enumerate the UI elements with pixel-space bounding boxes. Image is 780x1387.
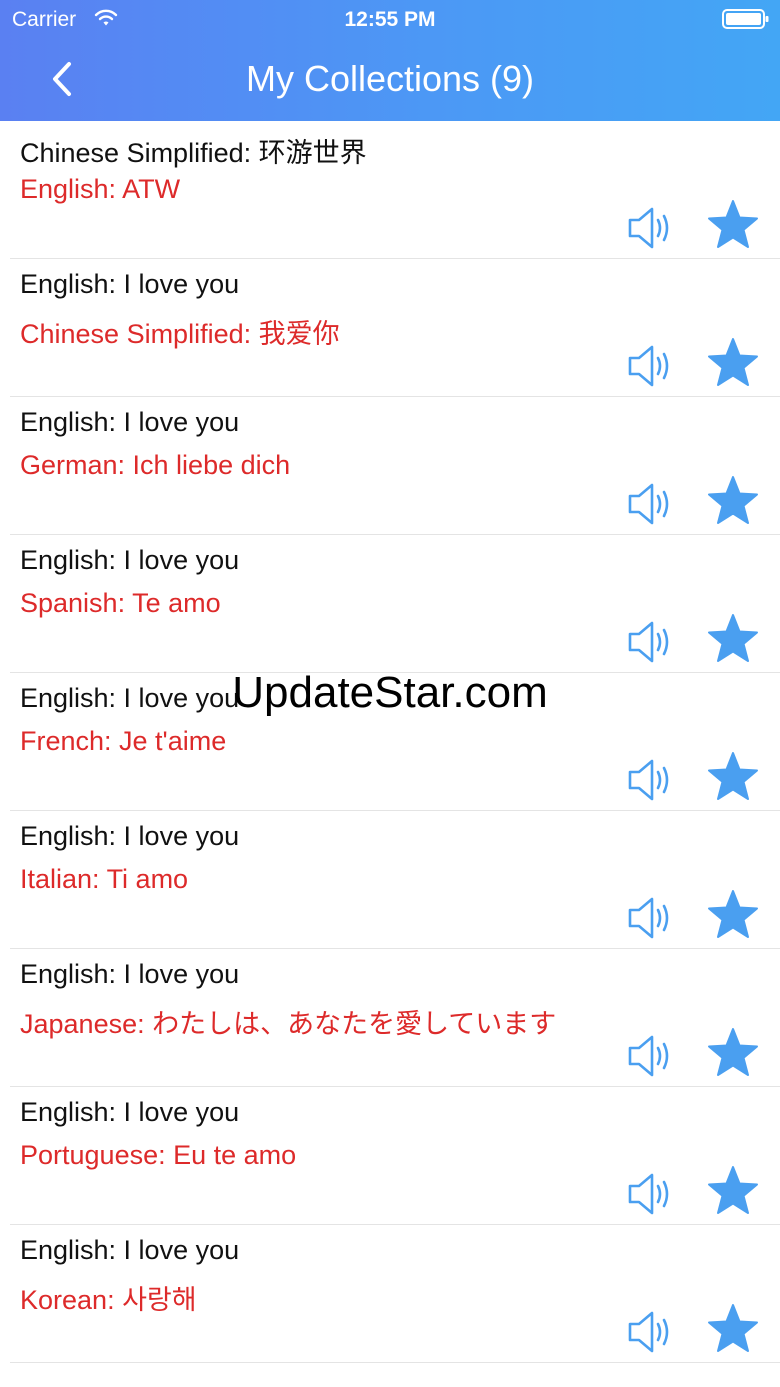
list-item[interactable]: English: I love you Spanish: Te amo — [10, 535, 780, 673]
target-text: Chinese Simplified: 我爱你 — [20, 319, 340, 349]
speak-button[interactable] — [625, 755, 679, 805]
page-title: My Collections (9) — [245, 58, 535, 99]
favorite-button[interactable] — [707, 1303, 759, 1355]
speak-button[interactable] — [625, 617, 679, 667]
speak-button[interactable] — [625, 1307, 679, 1357]
star-icon — [708, 476, 758, 524]
list-item[interactable]: English: I love you Chinese Simplified: … — [10, 259, 780, 397]
favorite-button[interactable] — [707, 751, 759, 803]
list-item[interactable]: English: I love you Korean: 사랑해 — [10, 1225, 780, 1363]
list-item[interactable]: English: I love you Japanese: わたしは、あなたを愛… — [10, 949, 780, 1087]
source-text: English: I love you — [20, 821, 240, 851]
battery-icon — [722, 9, 769, 29]
speaker-icon — [628, 897, 669, 939]
speaker-icon — [628, 1035, 669, 1077]
star-icon — [708, 1028, 758, 1076]
speak-button[interactable] — [625, 479, 679, 529]
list-item[interactable]: English: I love you Italian: Ti amo — [10, 811, 780, 949]
speak-button[interactable] — [625, 341, 679, 391]
speak-button[interactable] — [625, 203, 679, 253]
favorite-button[interactable] — [707, 337, 759, 389]
favorite-button[interactable] — [707, 613, 759, 665]
target-text: English: ATW — [20, 174, 181, 204]
source-text: English: I love you — [20, 1235, 240, 1265]
star-icon — [708, 338, 758, 386]
source-text: English: I love you — [20, 269, 240, 299]
speaker-icon — [628, 621, 669, 663]
app-header: Carrier 12:55 PM My Collections (9) — [0, 0, 780, 121]
star-icon — [708, 614, 758, 662]
star-icon — [708, 1304, 758, 1352]
speak-button[interactable] — [625, 1031, 679, 1081]
source-text: English: I love you — [20, 407, 240, 437]
speaker-icon — [628, 483, 669, 525]
target-text: Spanish: Te amo — [20, 588, 221, 618]
favorite-button[interactable] — [707, 889, 759, 941]
list-item[interactable]: Chinese Simplified: 环游世界 English: ATW — [10, 121, 780, 259]
favorite-button[interactable] — [707, 1165, 759, 1217]
target-text: Italian: Ti amo — [20, 864, 189, 894]
speaker-icon — [628, 345, 669, 387]
source-text: English: I love you — [20, 959, 240, 989]
navigation-bar: My Collections (9) — [0, 40, 780, 121]
target-text: Portuguese: Eu te amo — [20, 1140, 297, 1170]
speak-button[interactable] — [625, 893, 679, 943]
speaker-icon — [628, 759, 669, 801]
speaker-icon — [628, 1311, 669, 1353]
favorite-button[interactable] — [707, 1027, 759, 1079]
target-text: Japanese: わたしは、あなたを愛しています — [20, 1009, 557, 1039]
list-item[interactable]: English: I love you Portuguese: Eu te am… — [10, 1087, 780, 1225]
target-text: German: Ich liebe dich — [20, 450, 291, 480]
collections-list: Chinese Simplified: 环游世界 English: ATW En… — [0, 121, 780, 1363]
favorite-button[interactable] — [707, 199, 759, 251]
source-text: English: I love you — [20, 545, 240, 575]
star-icon — [708, 890, 758, 938]
source-text: Chinese Simplified: 环游世界 — [20, 138, 367, 168]
list-item[interactable]: English: I love you French: Je t'aime — [10, 673, 780, 811]
star-icon — [708, 1166, 758, 1214]
list-item[interactable]: English: I love you German: Ich liebe di… — [10, 397, 780, 535]
target-text: French: Je t'aime — [20, 726, 227, 756]
speaker-icon — [628, 207, 669, 249]
speaker-icon — [628, 1173, 669, 1215]
speak-button[interactable] — [625, 1169, 679, 1219]
star-icon — [708, 752, 758, 800]
status-bar: Carrier 12:55 PM — [0, 0, 780, 40]
favorite-button[interactable] — [707, 475, 759, 527]
target-text: Korean: 사랑해 — [20, 1285, 197, 1315]
source-text: English: I love you — [20, 683, 240, 713]
source-text: English: I love you — [20, 1097, 240, 1127]
star-icon — [708, 200, 758, 248]
status-time: 12:55 PM — [344, 8, 436, 31]
